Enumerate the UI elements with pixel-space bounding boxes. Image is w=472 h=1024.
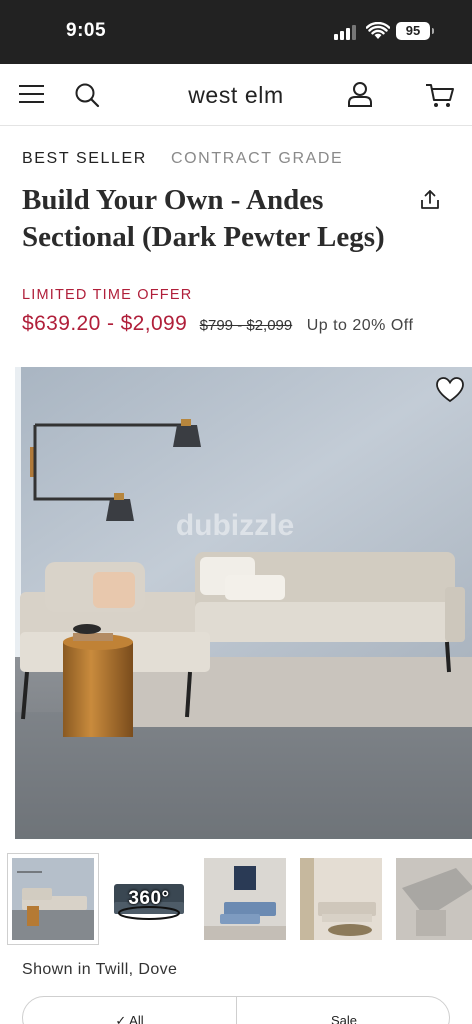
status-bar: 9:05 95 xyxy=(0,0,472,64)
product-title: Build Your Own - Andes Sectional (Dark P… xyxy=(22,184,385,253)
thumbnail-chaise-view[interactable] xyxy=(204,858,286,940)
filter-all-label: All xyxy=(129,1013,144,1024)
shown-in-label: Shown in Twill, Dove xyxy=(22,961,178,978)
variant-filter: ✓ All Sale xyxy=(22,996,450,1024)
filter-sale-label: Sale xyxy=(330,1013,358,1024)
check-icon: ✓ xyxy=(115,1013,130,1024)
product-badges: BEST SELLER CONTRACT GRADE xyxy=(22,150,343,168)
share-icon[interactable] xyxy=(418,188,442,212)
thumbnail-360-view[interactable]: 360° xyxy=(108,858,190,940)
wifi-icon xyxy=(366,22,390,39)
sale-price: $639.20 - $2,099 xyxy=(22,312,188,335)
battery-indicator: 95 xyxy=(396,22,434,40)
thumbnail-strip: 360° xyxy=(0,852,472,948)
cart-icon[interactable] xyxy=(424,79,456,111)
heart-icon[interactable] xyxy=(434,374,466,406)
status-time: 9:05 xyxy=(66,20,107,41)
360-label: 360° xyxy=(128,888,170,909)
best-seller-badge: BEST SELLER xyxy=(22,150,147,167)
filter-all-tab[interactable]: ✓ All xyxy=(23,997,237,1024)
original-price: $799 - $2,099 xyxy=(199,317,293,334)
thumbnail-room-view[interactable] xyxy=(300,858,382,940)
signal-icon xyxy=(334,24,360,40)
top-nav: west elm xyxy=(0,64,472,126)
limited-offer-label: LIMITED TIME OFFER xyxy=(22,287,193,303)
product-hero-image[interactable]: dubizzle xyxy=(15,367,472,839)
price-row: $639.20 - $2,099 $799 - $2,099 Up to 20%… xyxy=(22,312,413,336)
watermark-text: dubizzle xyxy=(176,509,294,542)
thumbnail-main-view[interactable] xyxy=(7,853,99,945)
brand-logo[interactable]: west elm xyxy=(0,82,472,109)
thumbnail-top-view[interactable] xyxy=(396,858,472,940)
contract-grade-badge: CONTRACT GRADE xyxy=(170,150,344,167)
account-icon[interactable] xyxy=(344,79,376,111)
discount-label: Up to 20% Off xyxy=(306,317,414,334)
filter-sale-tab[interactable]: Sale xyxy=(237,997,449,1024)
